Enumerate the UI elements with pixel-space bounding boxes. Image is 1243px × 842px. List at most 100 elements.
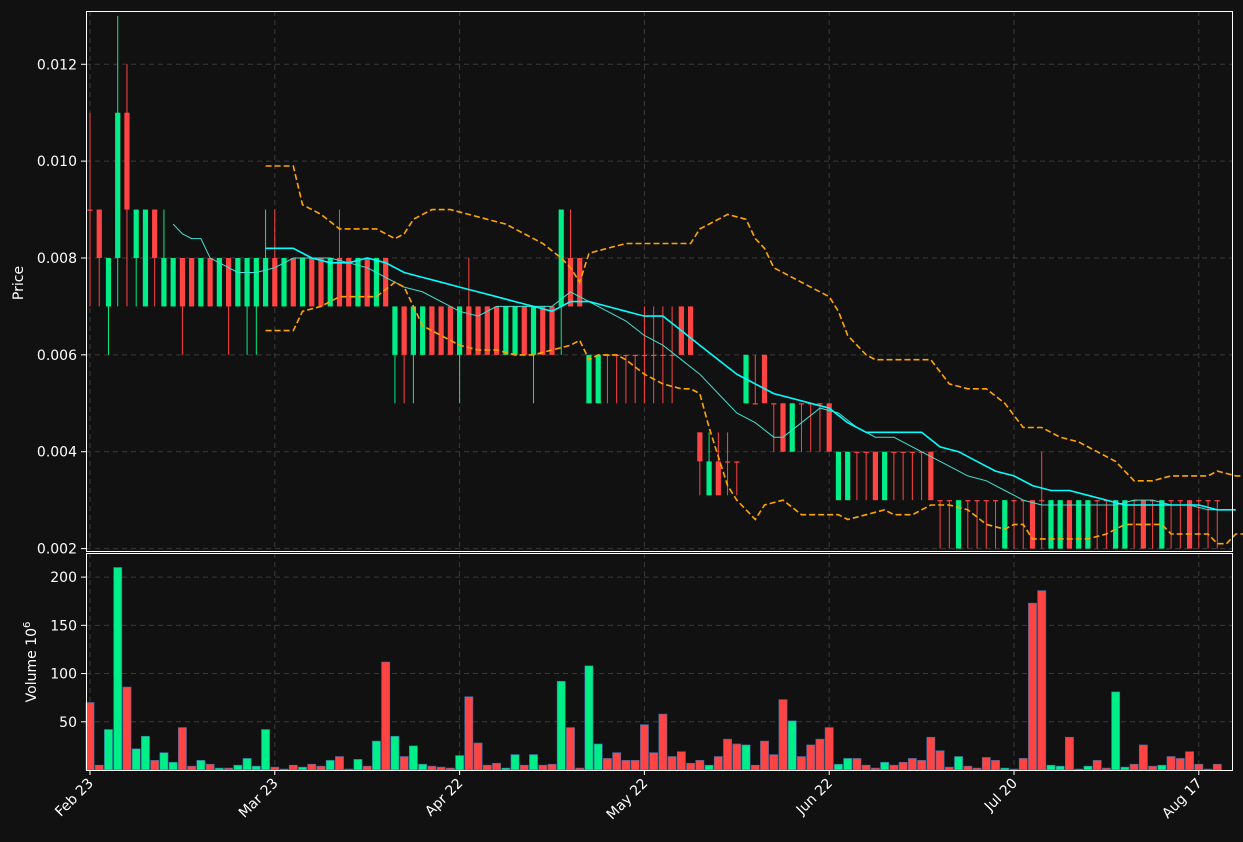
volume-bar: [1037, 590, 1047, 771]
volume-bar: [741, 744, 751, 771]
volume-bar: [427, 765, 437, 771]
candle: [845, 451, 851, 501]
volume-bar: [1148, 765, 1157, 771]
candle: [1085, 500, 1091, 549]
candle-body: [660, 354, 666, 357]
volume-bar: [104, 729, 113, 771]
candle-body: [595, 354, 601, 404]
volume-bar: [224, 767, 233, 771]
candle-body: [1122, 500, 1128, 549]
candle: [586, 354, 592, 404]
volume-bar: [1194, 763, 1204, 771]
candle-body: [272, 257, 278, 307]
volume-bar: [926, 736, 936, 771]
candle-body: [364, 257, 370, 307]
volume-bar: [288, 764, 298, 771]
volume-bar: [1000, 767, 1010, 771]
candle-body: [845, 451, 851, 501]
candle-body: [1159, 500, 1165, 549]
volume-bar: [1111, 691, 1121, 771]
chart-background: [0, 0, 1243, 842]
candle: [1029, 500, 1036, 549]
candle-body: [493, 306, 500, 355]
volume-bar: [870, 767, 880, 771]
candle-body: [475, 306, 481, 355]
volume-bar: [760, 740, 769, 771]
volume-bar: [492, 762, 501, 771]
candle: [290, 257, 296, 307]
candle: [420, 306, 426, 355]
candle: [688, 306, 694, 355]
candle-body: [909, 451, 915, 453]
candle-body: [752, 403, 758, 405]
volume-bar: [667, 756, 677, 771]
candle-body: [586, 354, 592, 404]
candle-body: [327, 257, 333, 307]
candle: [189, 257, 195, 307]
volume-bar: [1175, 758, 1185, 771]
candle-body: [207, 257, 213, 307]
volume-bar: [649, 752, 659, 771]
candle-body: [484, 306, 490, 355]
price-tick-label: 0.008: [37, 251, 77, 267]
volume-bar: [436, 766, 446, 771]
candle-body: [1076, 500, 1082, 549]
candle: [346, 257, 352, 307]
volume-bar: [1009, 768, 1019, 771]
volume-bar: [981, 757, 991, 771]
candle-body: [318, 257, 324, 307]
candle: [761, 354, 768, 404]
volume-bar: [159, 752, 169, 771]
candle-body: [189, 257, 195, 307]
volume-bar: [178, 727, 187, 771]
candle: [540, 306, 546, 355]
candle-body: [1048, 500, 1054, 549]
volume-bar: [935, 750, 945, 771]
volume-bar: [335, 756, 344, 771]
volume-bar: [214, 767, 224, 771]
candle-body: [512, 306, 518, 355]
candle-body: [706, 461, 712, 496]
candle: [928, 451, 934, 501]
volume-bar: [325, 760, 335, 771]
volume-bar: [270, 766, 280, 771]
candle-body: [1196, 500, 1202, 502]
candle: [438, 306, 444, 355]
volume-bar: [353, 759, 363, 771]
volume-bar: [418, 763, 428, 771]
candle: [835, 451, 842, 501]
volume-bar: [1018, 758, 1028, 771]
volume-bar: [344, 768, 354, 771]
volume-bar: [676, 751, 686, 771]
volume-bar: [778, 699, 788, 771]
volume-bar: [150, 760, 160, 771]
candle: [1048, 500, 1054, 549]
candle: [327, 257, 333, 307]
volume-bar: [612, 752, 622, 771]
candle-body: [641, 354, 647, 357]
candle-body: [530, 306, 537, 355]
volume-bar: [621, 760, 631, 771]
volume-bar: [242, 758, 252, 771]
volume-bar: [205, 763, 215, 771]
candle-body: [715, 461, 721, 496]
candle: [235, 257, 241, 307]
volume-bar: [362, 765, 372, 771]
candle: [1159, 500, 1165, 549]
candle: [484, 306, 490, 355]
volume-tick-label: 200: [50, 570, 77, 586]
candle-body: [1113, 500, 1119, 549]
candle-body: [309, 257, 315, 307]
volume-bar: [408, 745, 418, 771]
volume-bar: [769, 754, 779, 771]
candle: [512, 306, 518, 355]
volume-bar: [1129, 763, 1139, 771]
candle: [1113, 500, 1119, 549]
candle: [364, 257, 370, 307]
candle-body: [226, 257, 232, 307]
candle-body: [383, 257, 389, 307]
candle: [1186, 500, 1193, 549]
candle-body: [992, 500, 999, 502]
volume-bar: [797, 756, 806, 771]
volume-bar: [131, 748, 141, 771]
